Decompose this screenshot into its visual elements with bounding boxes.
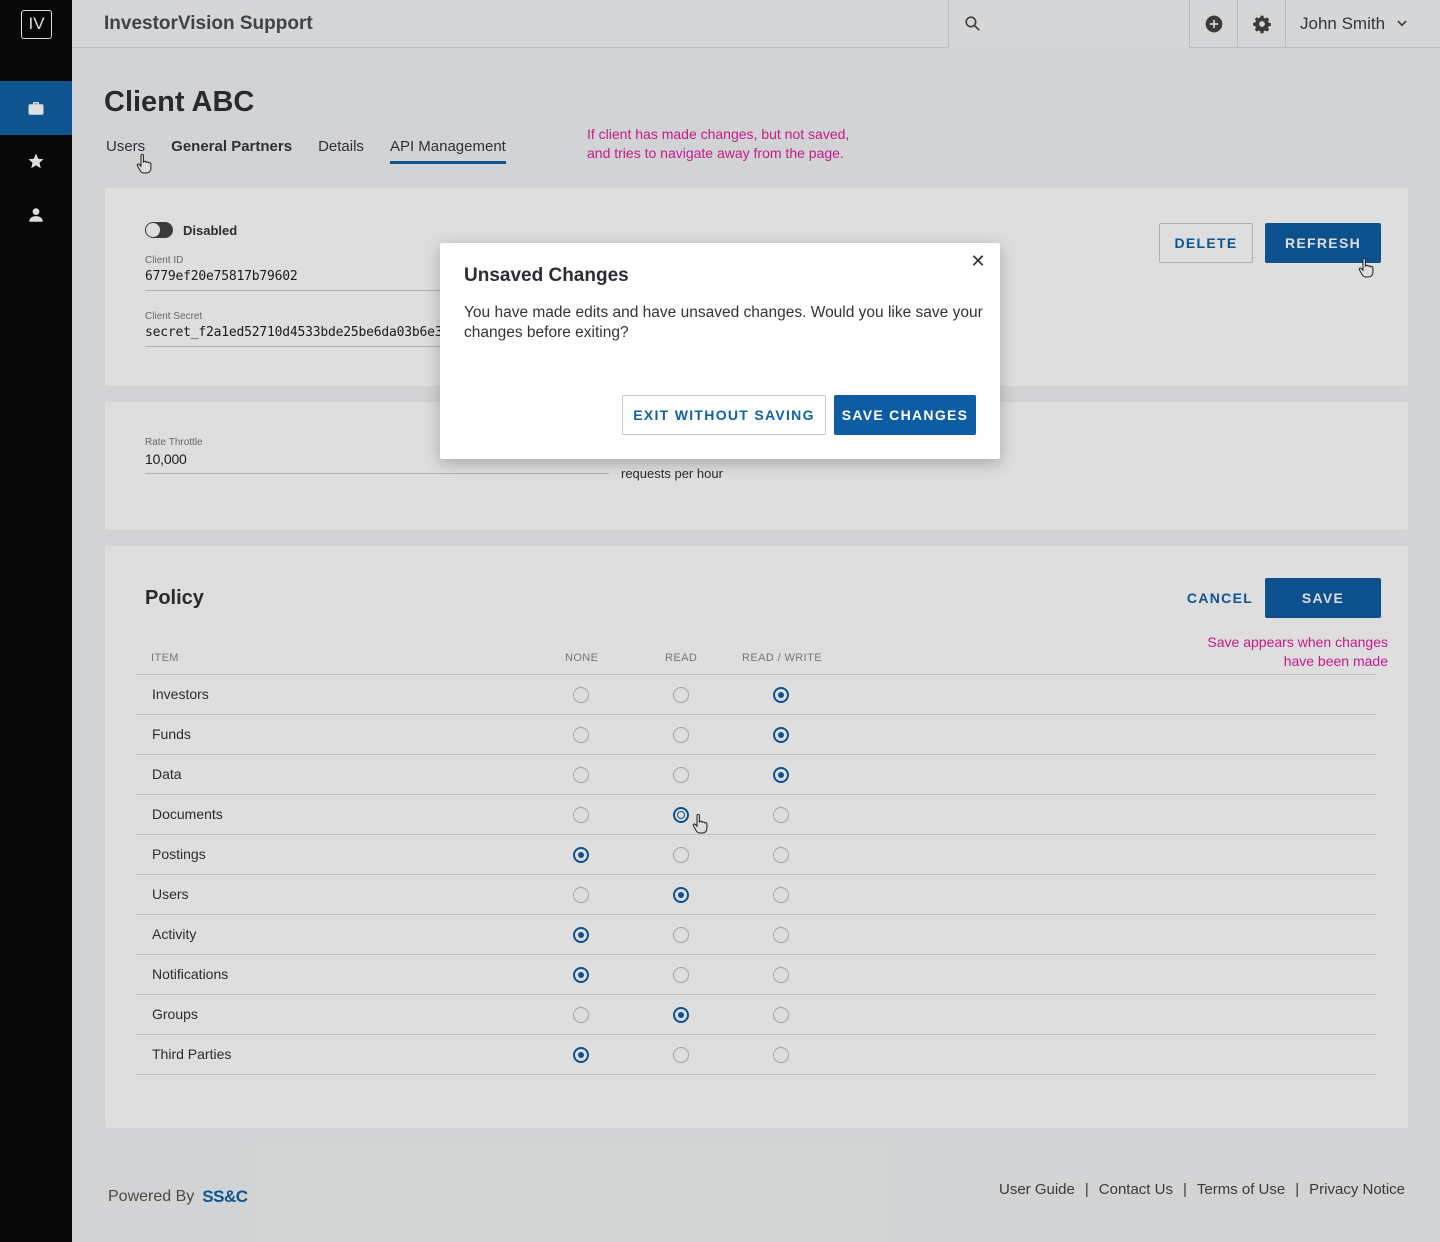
modal-backdrop[interactable] [0, 0, 1440, 1242]
dialog-title: Unsaved Changes [464, 265, 629, 286]
dialog-message: You have made edits and have unsaved cha… [464, 304, 983, 341]
close-icon[interactable]: ✕ [968, 251, 988, 271]
unsaved-changes-dialog: Unsaved Changes ✕ You have made edits an… [440, 243, 1000, 459]
exit-without-saving-button[interactable]: EXIT WITHOUT SAVING [622, 395, 826, 435]
save-changes-button[interactable]: SAVE CHANGES [834, 395, 976, 435]
